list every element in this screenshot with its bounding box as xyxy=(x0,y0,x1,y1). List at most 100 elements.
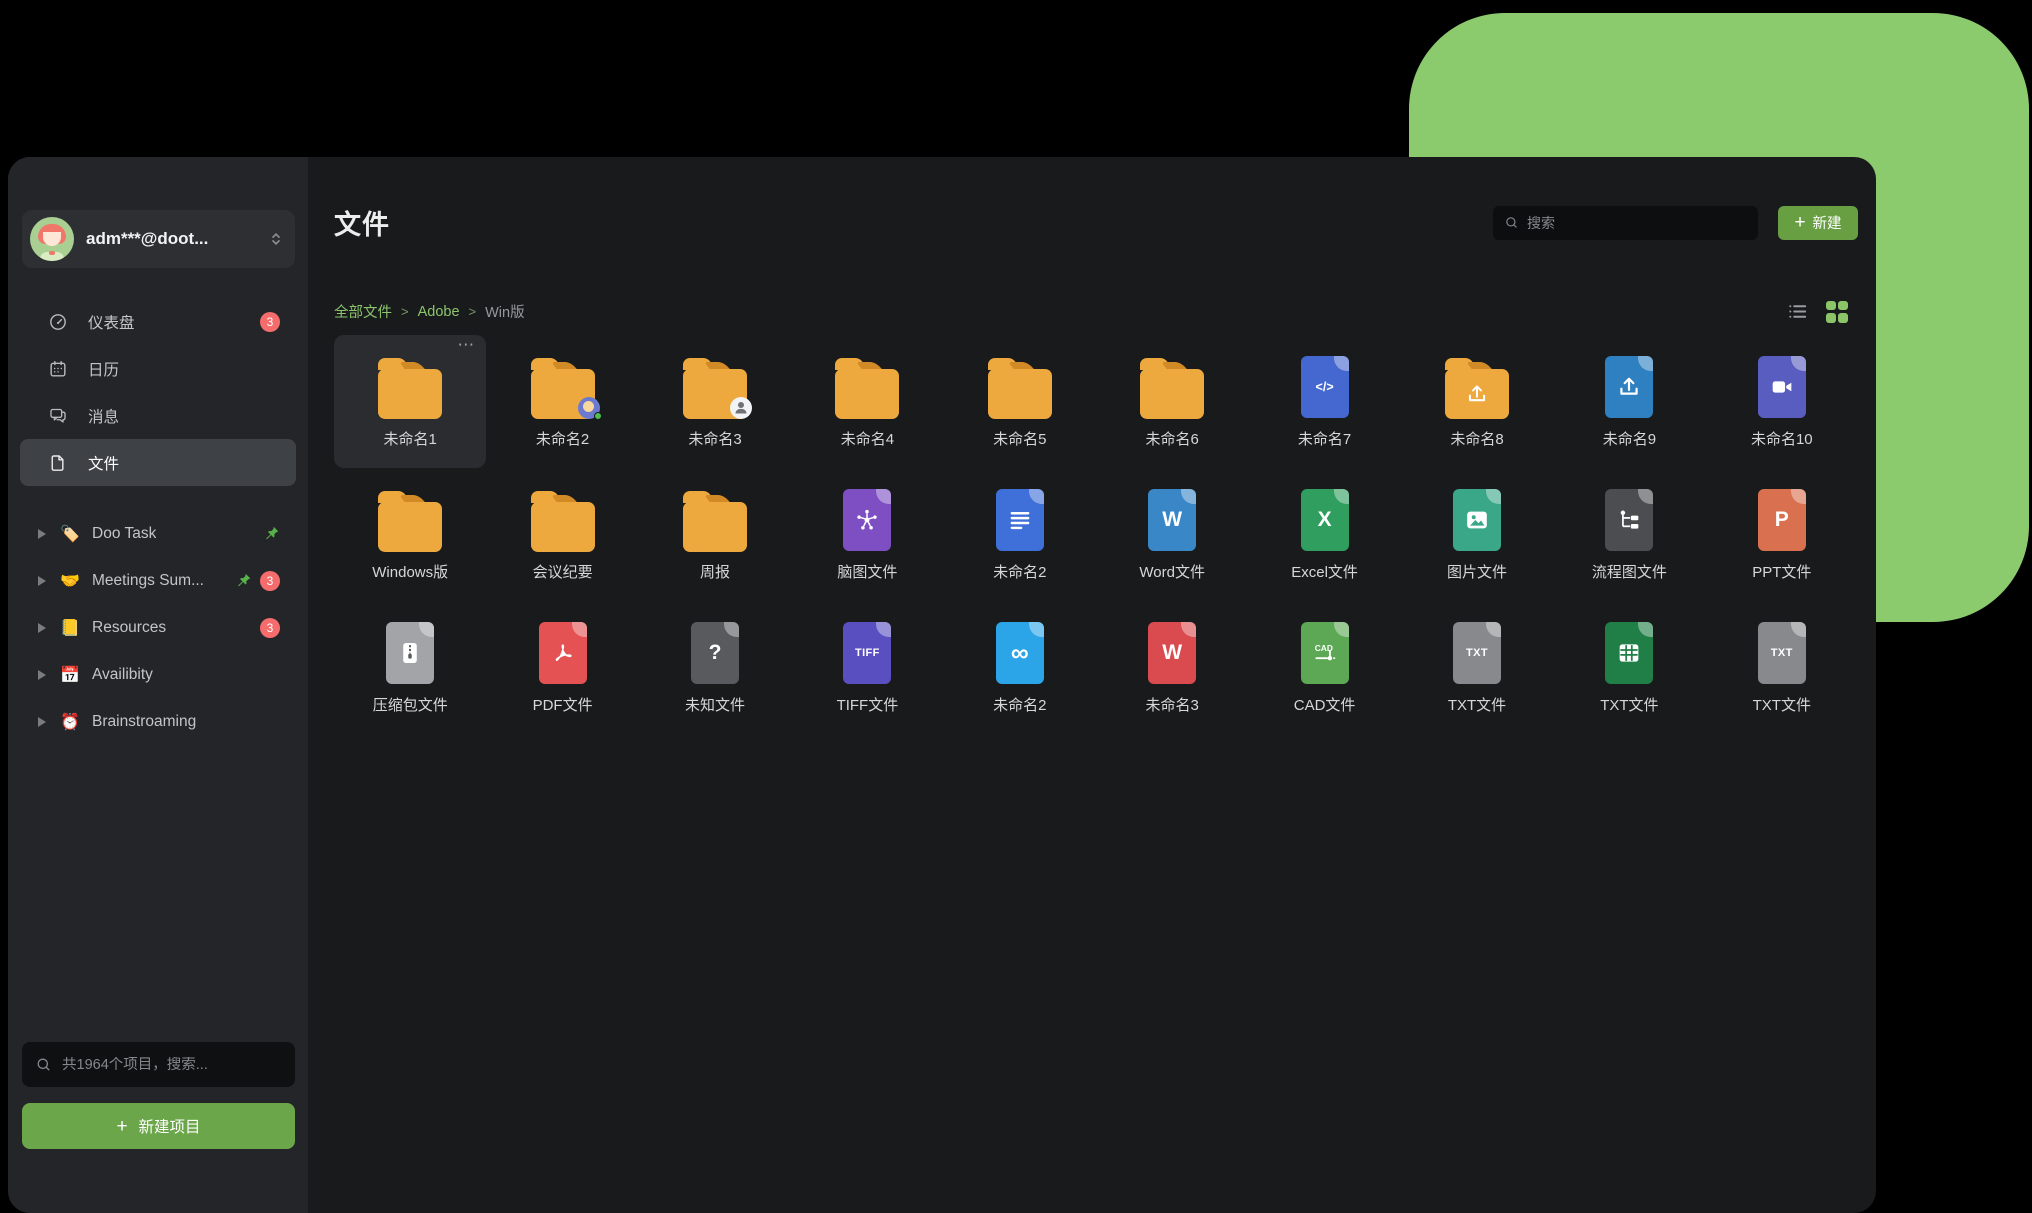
file-label: 流程图文件 xyxy=(1592,561,1667,582)
file-card[interactable]: 压缩包文件 xyxy=(334,601,486,734)
upload-icon xyxy=(1464,381,1490,407)
file-card[interactable]: 未命名2 xyxy=(486,335,638,468)
file-card[interactable]: PPPT文件 xyxy=(1706,468,1858,601)
file-icon-wrap: W xyxy=(1148,482,1196,554)
sidebar-item-dashboard[interactable]: 仪表盘3 xyxy=(20,298,296,345)
file-card[interactable]: 周报 xyxy=(639,468,791,601)
file-card[interactable]: 脑图文件 xyxy=(791,468,943,601)
pin-icon xyxy=(235,572,252,589)
avatar-face xyxy=(583,401,594,412)
project-search-box[interactable] xyxy=(22,1042,295,1087)
file-card[interactable]: </> 未命名7 xyxy=(1248,335,1400,468)
notification-badge: 3 xyxy=(260,312,280,332)
file-icon-wrap xyxy=(378,349,442,421)
file-card[interactable]: CADCAD文件 xyxy=(1248,601,1400,734)
file-card[interactable]: ?未知文件 xyxy=(639,601,791,734)
expand-caret-icon[interactable] xyxy=(38,717,46,727)
file-card[interactable]: TXTTXT文件 xyxy=(1706,601,1858,734)
file-card[interactable]: TIFFTIFF文件 xyxy=(791,601,943,734)
list-view-icon[interactable] xyxy=(1786,300,1809,323)
file-card[interactable]: 未命名10 xyxy=(1706,335,1858,468)
sidebar-item-files[interactable]: 文件 xyxy=(20,439,296,486)
text-glyph: TXT xyxy=(1771,647,1793,659)
file-label: 图片文件 xyxy=(1447,561,1507,582)
file-menu-dots[interactable]: ⋯ xyxy=(457,335,476,355)
project-emoji-icon: 🏷️ xyxy=(60,524,80,544)
letter-glyph: P xyxy=(1775,508,1789,532)
file-search-input[interactable] xyxy=(1527,215,1747,231)
expand-caret-icon[interactable] xyxy=(38,576,46,586)
project-indicators: 3 xyxy=(260,618,280,638)
file-card[interactable]: 未命名4 xyxy=(791,335,943,468)
file-icon-wrap: ∞ xyxy=(996,615,1044,687)
user-name: adm***@doot... xyxy=(86,229,255,249)
file-icon-wrap xyxy=(1445,349,1509,421)
image-icon xyxy=(1463,506,1491,534)
file-card[interactable]: WWord文件 xyxy=(1096,468,1248,601)
breadcrumb-link[interactable]: 全部文件 xyxy=(334,301,392,322)
file-card[interactable]: 未命名5 xyxy=(944,335,1096,468)
file-card[interactable]: ⋯未命名1 xyxy=(334,335,486,468)
project-search-input[interactable] xyxy=(62,1057,282,1073)
breadcrumb-separator: > xyxy=(469,304,477,319)
sidebar-project-item[interactable]: 📅Availibity xyxy=(20,651,296,698)
file-card[interactable]: 流程图文件 xyxy=(1553,468,1705,601)
folder-icon xyxy=(531,502,595,552)
files-grid: ⋯未命名1未命名2未命名3未命名4未命名5未命名6</>未命名7未命名8未命名9… xyxy=(334,335,1858,734)
pin-icon xyxy=(263,525,280,542)
file-card[interactable]: 图片文件 xyxy=(1401,468,1553,601)
sidebar-item-label: 文件 xyxy=(88,452,119,474)
page-fold xyxy=(1181,489,1196,504)
sidebar-project-item[interactable]: 🤝Meetings Sum...3 xyxy=(20,557,296,604)
sidebar-item-calendar[interactable]: 日历 xyxy=(20,345,296,392)
file-card[interactable]: ∞未命名2 xyxy=(944,601,1096,734)
file-card[interactable]: 未命名8 xyxy=(1401,335,1553,468)
expand-caret-icon[interactable] xyxy=(38,670,46,680)
file-card[interactable]: W未命名3 xyxy=(1096,601,1248,734)
shared-user-avatar-badge xyxy=(578,397,600,419)
file-search-box[interactable] xyxy=(1493,206,1758,240)
code-glyph: </> xyxy=(1316,380,1334,394)
user-account-card[interactable]: adm***@doot... xyxy=(22,210,295,268)
folder-icon xyxy=(531,369,595,419)
page-fold xyxy=(419,622,434,637)
page-fold xyxy=(724,622,739,637)
sidebar-item-messages[interactable]: 消息 xyxy=(20,392,296,439)
file-card[interactable]: TXTTXT文件 xyxy=(1401,601,1553,734)
file-icon-wrap xyxy=(988,349,1052,421)
breadcrumb-link[interactable]: Adobe xyxy=(418,304,460,320)
project-indicators xyxy=(263,525,280,542)
folder-icon xyxy=(378,502,442,552)
grid-view-icon[interactable] xyxy=(1826,301,1848,323)
expand-caret-icon[interactable] xyxy=(38,623,46,633)
file-icon-wrap xyxy=(378,482,442,554)
text-glyph: TXT xyxy=(1466,647,1488,659)
file-card[interactable]: Windows版 xyxy=(334,468,486,601)
file-card[interactable]: 会议纪要 xyxy=(486,468,638,601)
expand-caret-icon[interactable] xyxy=(38,529,46,539)
project-label: Brainstroaming xyxy=(92,713,196,731)
file-label: 未命名7 xyxy=(1298,428,1351,449)
lines-icon xyxy=(1006,506,1034,534)
file-card[interactable]: PDF文件 xyxy=(486,601,638,734)
file-card[interactable]: 未命名3 xyxy=(639,335,791,468)
file-card[interactable]: TXT文件 xyxy=(1553,601,1705,734)
file-card[interactable]: 未命名9 xyxy=(1553,335,1705,468)
file-card[interactable]: 未命名2 xyxy=(944,468,1096,601)
page-fold xyxy=(1638,356,1653,371)
sidebar-project-item[interactable]: 📒Resources3 xyxy=(20,604,296,651)
file-card[interactable]: XExcel文件 xyxy=(1248,468,1400,601)
page-fold xyxy=(1486,622,1501,637)
new-project-button[interactable]: + 新建项目 xyxy=(22,1103,295,1149)
sidebar-project-item[interactable]: ⏰Brainstroaming xyxy=(20,698,296,745)
pdf-icon xyxy=(549,639,577,667)
sidebar-project-item[interactable]: 🏷️Doo Task xyxy=(20,510,296,557)
app-window: adm***@doot... 仪表盘3日历消息文件 🏷️Doo Task🤝Mee… xyxy=(8,157,1876,1213)
new-file-button[interactable]: + 新建 xyxy=(1778,206,1858,240)
folder-icon xyxy=(1445,369,1509,419)
letter-glyph: ? xyxy=(709,641,722,665)
file-icon-wrap xyxy=(996,482,1044,554)
file-card[interactable]: 未命名6 xyxy=(1096,335,1248,468)
image-file-icon xyxy=(1453,489,1501,551)
cad-icon: CAD xyxy=(1311,639,1339,667)
